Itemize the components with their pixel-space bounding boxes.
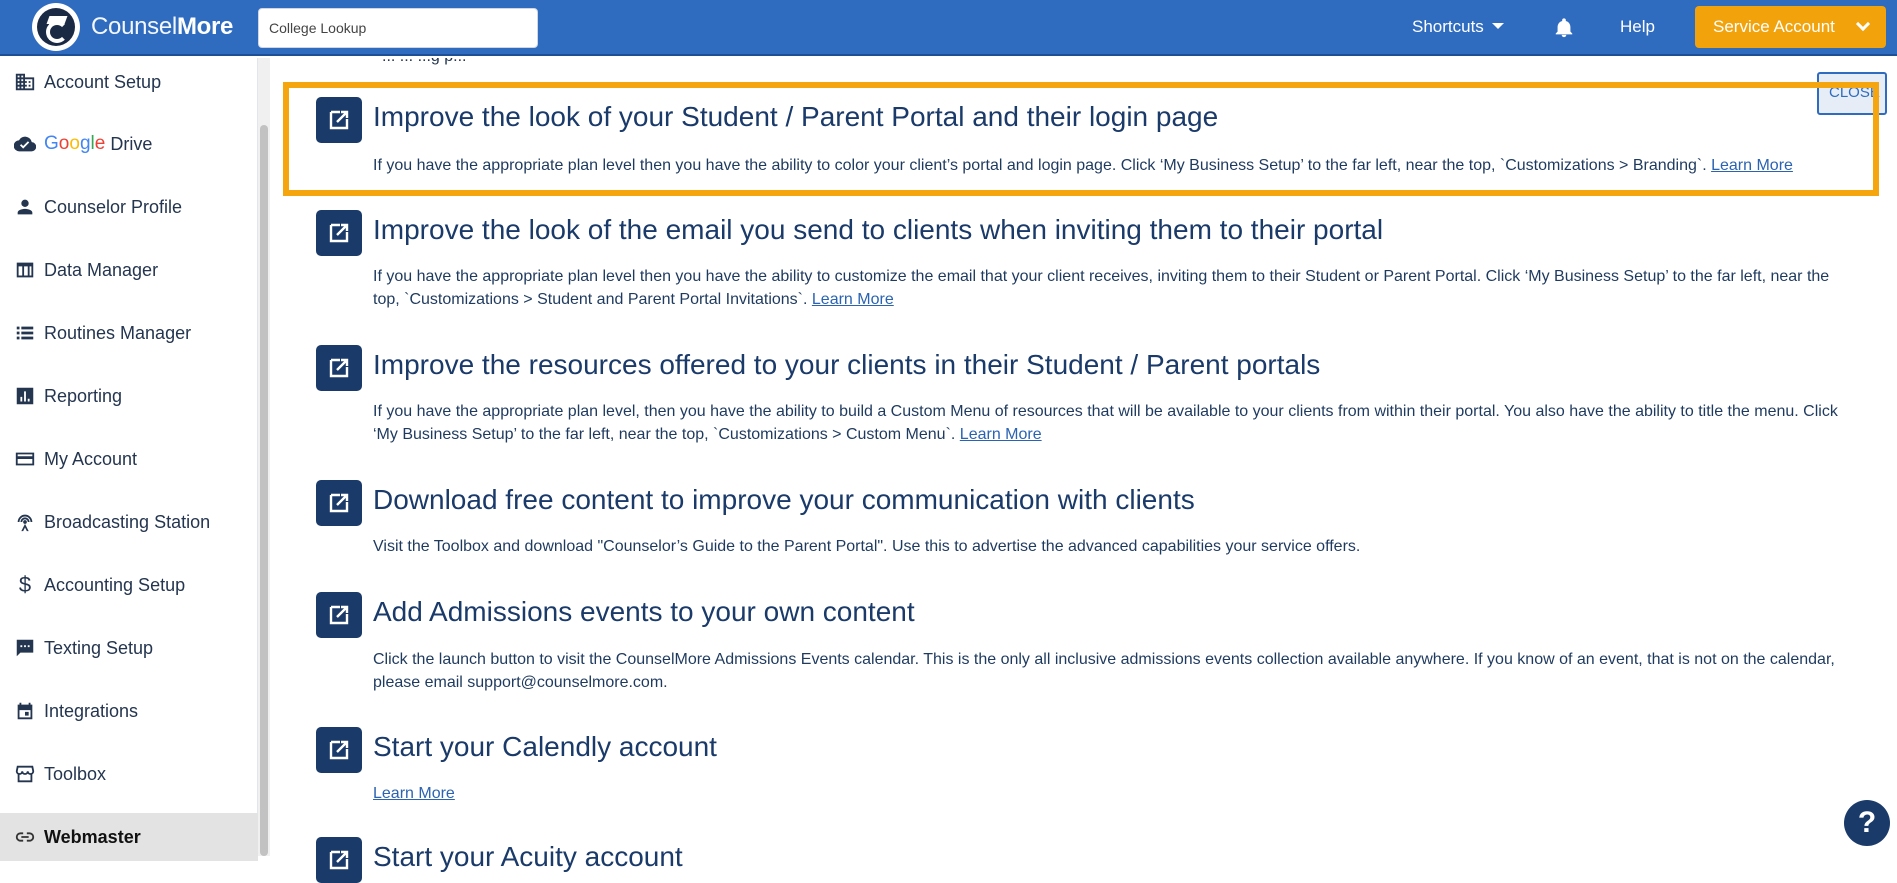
sidebar-item-toolbox[interactable]: Toolbox [0, 750, 258, 798]
task-description: Learn More [373, 782, 1848, 805]
google-wordmark: Google [44, 133, 106, 154]
sidebar-item-counselor-profile[interactable]: Counselor Profile [0, 183, 258, 231]
task-title: Start your Acuity account [373, 841, 683, 872]
task-description: Visit the Toolbox and download "Counselo… [373, 538, 1361, 555]
chat-icon [14, 637, 36, 659]
top-bar: CounselMore Shortcuts Help Service Accou… [0, 0, 1897, 56]
task-title: Improve the resources offered to your cl… [373, 349, 1321, 380]
launch-icon[interactable] [316, 592, 362, 638]
sidebar-scroll-thumb[interactable] [260, 125, 268, 856]
sidebar-item-account-setup[interactable]: Account Setup [0, 58, 258, 106]
sidebar-item-my-account[interactable]: My Account [0, 435, 258, 483]
cloud-check-icon [13, 133, 37, 155]
dollar-icon: $ [18, 572, 32, 597]
person-icon [14, 196, 36, 218]
sidebar-item-reporting[interactable]: Reporting [0, 372, 258, 420]
task-description: Click the launch button to visit the Cou… [373, 651, 1835, 691]
launch-icon[interactable] [316, 480, 362, 526]
launch-icon[interactable] [316, 345, 362, 391]
brand-name[interactable]: CounselMore [91, 13, 233, 41]
store-icon [14, 763, 36, 785]
launch-icon[interactable] [316, 727, 362, 773]
highlight-box [283, 82, 1879, 196]
task-description: If you have the appropriate plan level, … [373, 403, 1838, 443]
task-title: Improve the look of the email you send t… [373, 214, 1384, 245]
task-description: If you have the appropriate plan level t… [373, 268, 1830, 308]
learn-more-link[interactable]: Learn More [960, 426, 1042, 443]
link-icon [14, 826, 36, 848]
calendar-icon [14, 700, 36, 722]
launch-icon[interactable] [316, 837, 362, 883]
launch-icon[interactable] [316, 210, 362, 256]
sidebar-item-google-drive[interactable]: Google Drive [0, 120, 258, 168]
sidebar-item-routines-manager[interactable]: Routines Manager [0, 309, 258, 357]
bar-chart-icon [14, 385, 36, 407]
learn-more-link[interactable]: Learn More [373, 785, 455, 802]
bell-icon[interactable] [1553, 16, 1573, 38]
shortcuts-menu[interactable]: Shortcuts [1412, 17, 1504, 37]
sidebar-item-texting-setup[interactable]: Texting Setup [0, 624, 258, 672]
task-title: Add Admissions events to your own conten… [373, 596, 915, 627]
list-icon [14, 322, 36, 344]
card-icon [14, 448, 36, 470]
college-lookup-input[interactable] [258, 8, 538, 48]
task-title: Download free content to improve your co… [373, 484, 1195, 515]
service-account-button[interactable]: Service Account [1695, 6, 1886, 48]
antenna-icon [14, 511, 36, 533]
building-icon [14, 71, 36, 93]
task-title: Start your Calendly account [373, 731, 717, 762]
help-button[interactable]: ? [1844, 800, 1890, 846]
clipped-text: ... ... ...g p... [382, 58, 466, 66]
sidebar-item-data-manager[interactable]: Data Manager [0, 246, 258, 294]
sidebar-item-integrations[interactable]: Integrations [0, 687, 258, 735]
sidebar: Account Setup Google Drive Counselor Pro… [0, 58, 258, 861]
learn-more-link[interactable]: Learn More [812, 291, 894, 308]
sidebar-item-broadcasting-station[interactable]: Broadcasting Station [0, 498, 258, 546]
help-link[interactable]: Help [1620, 17, 1655, 37]
chevron-down-icon [1855, 16, 1871, 32]
sidebar-item-accounting-setup[interactable]: $ Accounting Setup [0, 561, 258, 609]
counselmore-logo-icon[interactable] [32, 3, 80, 51]
sidebar-item-webmaster[interactable]: Webmaster [0, 813, 258, 861]
table-icon [14, 259, 36, 281]
caret-down-icon [1491, 23, 1504, 29]
